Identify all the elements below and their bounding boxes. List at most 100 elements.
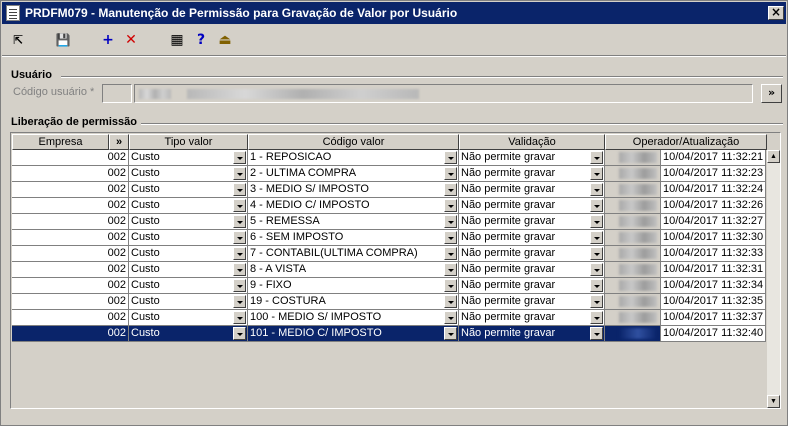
- validacao-dropdown-button[interactable]: [590, 151, 603, 164]
- cell-empresa[interactable]: 002: [12, 294, 129, 310]
- cell-tipo-valor[interactable]: Custo: [129, 230, 248, 246]
- cell-codigo-valor[interactable]: 101 - MEDIO C/ IMPOSTO: [248, 326, 459, 342]
- validacao-dropdown-button[interactable]: [590, 247, 603, 260]
- cell-empresa[interactable]: 002: [12, 246, 129, 262]
- cell-operador[interactable]: [605, 198, 661, 214]
- codigo-valor-dropdown-button[interactable]: [444, 311, 457, 324]
- table-row[interactable]: 002 Custo 101 - MEDIO C/ IMPOSTO Não permit…: [12, 326, 766, 342]
- back-icon[interactable]: ⇱: [9, 31, 27, 49]
- cell-codigo-valor[interactable]: 9 - FIXO: [248, 278, 459, 294]
- cell-codigo-valor[interactable]: 7 - CONTABIL(ULTIMA COMPRA): [248, 246, 459, 262]
- cell-tipo-valor[interactable]: Custo: [129, 326, 248, 342]
- cell-operador[interactable]: [605, 326, 661, 342]
- validacao-dropdown-button[interactable]: [590, 295, 603, 308]
- tipo-valor-dropdown-button[interactable]: [233, 263, 246, 276]
- validacao-dropdown-button[interactable]: [590, 199, 603, 212]
- table-row[interactable]: 002 Custo 3 - MEDIO S/ IMPOSTO Não permite …: [12, 182, 766, 198]
- cell-tipo-valor[interactable]: Custo: [129, 310, 248, 326]
- cell-codigo-valor[interactable]: 3 - MEDIO S/ IMPOSTO: [248, 182, 459, 198]
- validacao-dropdown-button[interactable]: [590, 183, 603, 196]
- cell-operador[interactable]: [605, 310, 661, 326]
- exit-icon[interactable]: ⏏: [216, 31, 234, 49]
- cell-validacao[interactable]: Não permite gravar: [459, 326, 605, 342]
- cell-validacao[interactable]: Não permite gravar: [459, 198, 605, 214]
- cell-tipo-valor[interactable]: Custo: [129, 294, 248, 310]
- cell-validacao[interactable]: Não permite gravar: [459, 310, 605, 326]
- usuario-lookup-button[interactable]: »: [761, 84, 782, 103]
- help-icon[interactable]: ?: [192, 31, 210, 49]
- validacao-dropdown-button[interactable]: [590, 215, 603, 228]
- cell-empresa[interactable]: 002: [12, 262, 129, 278]
- cell-validacao[interactable]: Não permite gravar: [459, 214, 605, 230]
- cell-empresa[interactable]: 002: [12, 310, 129, 326]
- cell-validacao[interactable]: Não permite gravar: [459, 294, 605, 310]
- cell-tipo-valor[interactable]: Custo: [129, 278, 248, 294]
- cell-tipo-valor[interactable]: Custo: [129, 214, 248, 230]
- col-header-tipo-valor[interactable]: Tipo valor: [129, 134, 248, 150]
- table-row[interactable]: 002 Custo 1 - REPOSICAO Não permite gravar 1…: [12, 150, 766, 166]
- codigo-valor-dropdown-button[interactable]: [444, 263, 457, 276]
- validacao-dropdown-button[interactable]: [590, 327, 603, 340]
- tipo-valor-dropdown-button[interactable]: [233, 215, 246, 228]
- cell-validacao[interactable]: Não permite gravar: [459, 150, 605, 166]
- cell-empresa[interactable]: 002: [12, 214, 129, 230]
- codigo-valor-dropdown-button[interactable]: [444, 199, 457, 212]
- cell-codigo-valor[interactable]: 2 - ULTIMA COMPRA: [248, 166, 459, 182]
- table-row[interactable]: 002 Custo 4 - MEDIO C/ IMPOSTO Não permite …: [12, 198, 766, 214]
- delete-icon[interactable]: ✕: [122, 31, 140, 49]
- cell-codigo-valor[interactable]: 100 - MEDIO S/ IMPOSTO: [248, 310, 459, 326]
- tipo-valor-dropdown-button[interactable]: [233, 199, 246, 212]
- cell-codigo-valor[interactable]: 19 - COSTURA: [248, 294, 459, 310]
- validacao-dropdown-button[interactable]: [590, 167, 603, 180]
- codigo-valor-dropdown-button[interactable]: [444, 151, 457, 164]
- cell-empresa[interactable]: 002: [12, 326, 129, 342]
- cell-empresa[interactable]: 002: [12, 150, 129, 166]
- cell-empresa[interactable]: 002: [12, 230, 129, 246]
- cell-tipo-valor[interactable]: Custo: [129, 150, 248, 166]
- cell-operador[interactable]: [605, 278, 661, 294]
- col-header-codigo-valor[interactable]: Código valor: [248, 134, 459, 150]
- cell-operador[interactable]: [605, 262, 661, 278]
- table-row[interactable]: 002 Custo 19 - COSTURA Não permite gravar 10…: [12, 294, 766, 310]
- cell-tipo-valor[interactable]: Custo: [129, 182, 248, 198]
- title-bar[interactable]: PRDFM079 - Manutenção de Permissão para …: [2, 2, 786, 24]
- cell-operador[interactable]: [605, 246, 661, 262]
- tipo-valor-dropdown-button[interactable]: [233, 247, 246, 260]
- cell-validacao[interactable]: Não permite gravar: [459, 166, 605, 182]
- cell-tipo-valor[interactable]: Custo: [129, 262, 248, 278]
- cell-operador[interactable]: [605, 182, 661, 198]
- cell-empresa[interactable]: 002: [12, 166, 129, 182]
- validacao-dropdown-button[interactable]: [590, 263, 603, 276]
- grid-icon[interactable]: ▦: [168, 31, 186, 49]
- scroll-down-button[interactable]: ▼: [767, 395, 780, 408]
- cell-operador[interactable]: [605, 230, 661, 246]
- table-row[interactable]: 002 Custo 9 - FIXO Não permite gravar 10/04/…: [12, 278, 766, 294]
- cell-codigo-valor[interactable]: 8 - A VISTA: [248, 262, 459, 278]
- close-button[interactable]: ×: [768, 6, 784, 20]
- cell-codigo-valor[interactable]: 1 - REPOSICAO: [248, 150, 459, 166]
- cell-validacao[interactable]: Não permite gravar: [459, 262, 605, 278]
- tipo-valor-dropdown-button[interactable]: [233, 295, 246, 308]
- cell-codigo-valor[interactable]: 5 - REMESSA: [248, 214, 459, 230]
- cell-operador[interactable]: [605, 150, 661, 166]
- cell-empresa[interactable]: 002: [12, 198, 129, 214]
- validacao-dropdown-button[interactable]: [590, 279, 603, 292]
- col-header-operador[interactable]: Operador/Atualização: [605, 134, 767, 150]
- tipo-valor-dropdown-button[interactable]: [233, 327, 246, 340]
- col-header-validacao[interactable]: Validação: [459, 134, 605, 150]
- tipo-valor-dropdown-button[interactable]: [233, 231, 246, 244]
- codigo-valor-dropdown-button[interactable]: [444, 327, 457, 340]
- codigo-valor-dropdown-button[interactable]: [444, 295, 457, 308]
- codigo-valor-dropdown-button[interactable]: [444, 247, 457, 260]
- table-row[interactable]: 002 Custo 5 - REMESSA Não permite gravar 10/…: [12, 214, 766, 230]
- codigo-valor-dropdown-button[interactable]: [444, 167, 457, 180]
- cell-empresa[interactable]: 002: [12, 182, 129, 198]
- cell-empresa[interactable]: 002: [12, 278, 129, 294]
- scroll-up-button[interactable]: ▲: [767, 150, 780, 163]
- tipo-valor-dropdown-button[interactable]: [233, 279, 246, 292]
- table-row[interactable]: 002 Custo 6 - SEM IMPOSTO Não permite grava…: [12, 230, 766, 246]
- cell-operador[interactable]: [605, 294, 661, 310]
- cell-codigo-valor[interactable]: 6 - SEM IMPOSTO: [248, 230, 459, 246]
- validacao-dropdown-button[interactable]: [590, 311, 603, 324]
- add-icon[interactable]: +: [99, 31, 117, 49]
